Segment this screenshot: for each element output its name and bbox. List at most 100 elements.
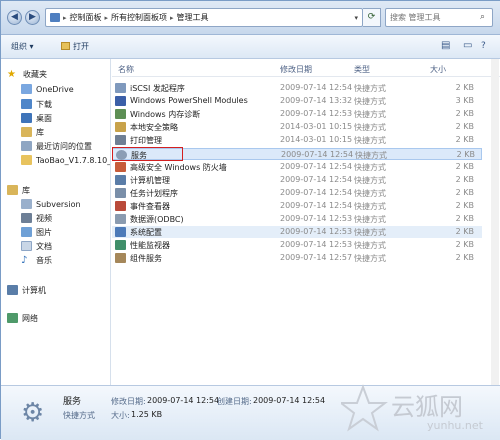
explorer-window: ◀ ▶ ▸ 控制面板 ▸ 所有控制面板项 ▸ 管理工具 ▾ ⟳ ⌕ 组织 ▾ 打… [0,0,500,440]
column-header-type[interactable]: 类型 [354,64,370,75]
vertical-scrollbar[interactable] [491,59,499,385]
nav-network[interactable]: 网络 [7,311,110,325]
refresh-button[interactable]: ⟳ [363,8,381,27]
file-row[interactable]: 任务计划程序 2009-07-14 12:54 快捷方式 2 KB [112,187,482,199]
back-button[interactable]: ◀ [7,10,22,25]
component-services-icon [115,253,126,263]
file-size: 2 KB [455,240,474,249]
column-header-date[interactable]: 修改日期 [280,64,312,75]
file-name: 性能监视器 [130,241,170,250]
file-type: 快捷方式 [354,202,386,211]
file-type: 快捷方式 [354,110,386,119]
view-options-icon[interactable]: ▤ [441,40,450,51]
nav-label: 下载 [36,99,52,109]
nav-library-fav[interactable]: 库 [21,125,110,139]
nav-desktop[interactable]: 桌面 [21,111,110,125]
file-row[interactable]: Windows 内存诊断 2009-07-14 12:53 快捷方式 2 KB [112,108,482,120]
file-name: 组件服务 [130,254,162,263]
file-row[interactable]: 系统配置 2009-07-14 12:53 快捷方式 2 KB [112,226,482,238]
file-row[interactable]: 本地安全策略 2014-03-01 10:15 快捷方式 2 KB [112,121,482,133]
file-name: Windows 内存诊断 [130,110,201,119]
network-icon [7,313,18,323]
nav-label: 库 [36,127,44,137]
details-modified: 2009-07-14 12:54 [147,396,220,405]
file-type: 快捷方式 [354,228,386,237]
forward-button[interactable]: ▶ [25,10,40,25]
open-button[interactable]: 打开 [61,41,89,52]
file-row[interactable]: 高级安全 Windows 防火墙 2009-07-14 12:54 快捷方式 2… [112,161,482,173]
security-policy-icon [115,122,126,132]
file-row[interactable]: 计算机管理 2009-07-14 12:54 快捷方式 2 KB [112,174,482,186]
folder-icon [21,155,32,165]
file-row[interactable]: 打印管理 2014-03-01 10:15 快捷方式 2 KB [112,134,482,146]
file-size: 2 KB [455,253,474,262]
computer-management-icon [115,175,126,185]
file-date: 2014-03-01 10:15 [280,135,353,144]
file-row[interactable]: 性能监视器 2009-07-14 12:53 快捷方式 2 KB [112,239,482,251]
preview-pane-icon[interactable]: ▭ [463,40,472,51]
file-type: 快捷方式 [354,136,386,145]
file-type: 快捷方式 [354,97,386,106]
file-list-pane: 名称 修改日期 类型 大小 iSCSI 发起程序 2009-07-14 12:5… [112,59,500,385]
file-date: 2009-07-14 12:54 [281,150,354,159]
column-header-name[interactable]: 名称 [118,64,134,75]
nav-taobao[interactable]: TaoBao_V1.7.8.10_ [21,153,110,167]
nav-label: 最近访问的位置 [36,141,92,151]
file-row[interactable]: 数据源(ODBC) 2009-07-14 12:53 快捷方式 2 KB [112,213,482,225]
nav-downloads[interactable]: 下载 [21,97,110,111]
file-type: 快捷方式 [354,84,386,93]
file-size: 2 KB [455,135,474,144]
nav-label: Subversion [36,199,81,209]
nav-label: 桌面 [36,113,52,123]
crumb-separator: ▸ [63,13,67,22]
file-size: 2 KB [455,188,474,197]
details-name: 服务 [63,397,82,407]
address-bar[interactable]: ▸ 控制面板 ▸ 所有控制面板项 ▸ 管理工具 ▾ [45,8,363,27]
help-icon[interactable]: ? [481,41,486,51]
crumb-separator: ▸ [170,13,174,22]
nav-favorites[interactable]: ★ 收藏夹 [7,67,110,81]
breadcrumb-item[interactable]: 控制面板 [70,12,102,23]
search-input[interactable] [385,8,493,27]
breadcrumb-item[interactable]: 所有控制面板项 [111,12,167,23]
powershell-icon [115,96,126,106]
column-header-size[interactable]: 大小 [430,64,446,75]
file-size: 2 KB [455,83,474,92]
file-row[interactable]: iSCSI 发起程序 2009-07-14 12:54 快捷方式 2 KB [112,82,482,94]
file-date: 2009-07-14 12:54 [280,188,353,197]
nav-computer[interactable]: 计算机 [7,283,110,297]
organize-button[interactable]: 组织 ▾ [11,41,34,52]
address-row: ◀ ▶ ▸ 控制面板 ▸ 所有控制面板项 ▸ 管理工具 ▾ ⟳ ⌕ [1,1,500,35]
file-name: 打印管理 [130,136,162,145]
command-bar: 组织 ▾ 打开 ▤ ▭ ? [1,35,500,59]
nav-recent[interactable]: 最近访问的位置 [21,139,110,153]
nav-music[interactable]: ♪ 音乐 [21,253,110,267]
nav-videos[interactable]: 视频 [21,211,110,225]
file-row[interactable]: 事件查看器 2009-07-14 12:54 快捷方式 2 KB [112,200,482,212]
nav-label: 音乐 [36,255,52,265]
download-folder-icon [21,99,32,109]
file-date: 2009-07-14 12:54 [280,175,353,184]
memory-diagnostic-icon [115,109,126,119]
file-row[interactable]: 组件服务 2009-07-14 12:57 快捷方式 2 KB [112,252,482,264]
file-name: Windows PowerShell Modules [130,96,248,105]
breadcrumb-item[interactable]: 管理工具 [177,12,209,23]
computer-icon [7,285,18,295]
file-size: 2 KB [455,227,474,236]
details-created-label: 创建日期: [217,397,252,406]
nav-libraries[interactable]: 库 [7,183,110,197]
nav-label: 视频 [36,213,52,223]
nav-label: 计算机 [22,285,46,295]
nav-documents[interactable]: 文档 [21,239,110,253]
file-size: 2 KB [455,109,474,118]
address-dropdown-icon[interactable]: ▾ [354,14,358,22]
file-type: 快捷方式 [354,241,386,250]
file-size: 2 KB [455,201,474,210]
file-row-selected[interactable]: 服务 2009-07-14 12:54 快捷方式 2 KB [112,148,482,160]
nav-pictures[interactable]: 图片 [21,225,110,239]
nav-onedrive[interactable]: OneDrive [21,82,110,96]
details-modified-label: 修改日期: [111,397,146,406]
file-name: 事件查看器 [130,202,170,211]
nav-subversion[interactable]: Subversion [21,197,110,211]
file-row[interactable]: Windows PowerShell Modules 2009-07-14 13… [112,95,482,107]
